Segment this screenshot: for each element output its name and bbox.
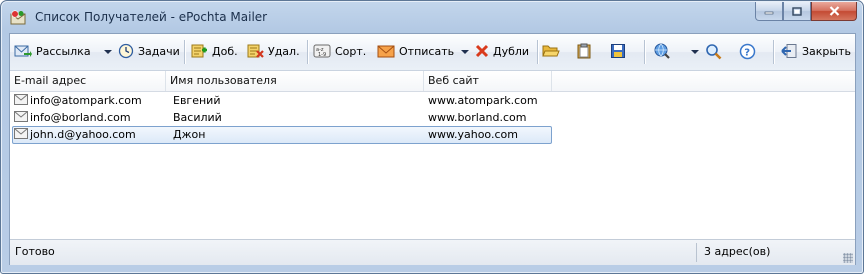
open-folder-icon (542, 45, 560, 57)
column-header-username[interactable]: Имя пользователя (166, 71, 424, 91)
close-label: Закрыть (802, 44, 851, 58)
save-button[interactable] (610, 40, 626, 62)
minimize-button[interactable] (755, 2, 783, 21)
duplicates-button[interactable]: Дубли (475, 40, 529, 62)
open-button[interactable] (542, 40, 560, 62)
client-area: Рассылка Задачи Доб. Удал. a-z 1-9 Сорт.… (9, 33, 856, 265)
duplicates-x-icon (475, 44, 489, 58)
tasks-label: Задачи (138, 44, 180, 58)
search-web-button[interactable] (653, 40, 671, 62)
column-header-email[interactable]: E-mail адрес (10, 71, 166, 91)
delete-icon (247, 44, 264, 58)
toolbar: Рассылка Задачи Доб. Удал. a-z 1-9 Сорт.… (10, 34, 855, 71)
cell-email: info@atompark.com (30, 94, 142, 107)
sort-icon: a-z 1-9 (313, 44, 331, 58)
window-controls (755, 2, 857, 22)
close-window-button[interactable] (811, 2, 857, 21)
clock-icon (118, 43, 134, 59)
svg-text:?: ? (744, 47, 750, 58)
status-bar: Готово 3 адрес(ов) (10, 239, 855, 265)
cell-website: www.atompark.com (428, 94, 538, 107)
toolbar-separator (773, 40, 774, 64)
envelope-icon (14, 94, 28, 105)
help-button[interactable]: ? (739, 40, 756, 62)
resize-grip[interactable] (843, 253, 853, 263)
close-icon (829, 6, 839, 16)
close-list-button[interactable]: Закрыть (781, 40, 851, 62)
maximize-button[interactable] (783, 2, 811, 21)
envelope-icon (14, 128, 28, 139)
sort-label: Сорт. (335, 44, 367, 58)
column-header-website[interactable]: Веб сайт (424, 71, 552, 91)
unsubscribe-envelope-icon (377, 45, 395, 58)
status-text: Готово (15, 245, 55, 258)
search-globe-icon (654, 43, 670, 59)
clipboard-icon (577, 43, 591, 59)
cell-name: Василий (173, 111, 222, 124)
cell-website: www.borland.com (428, 111, 527, 124)
add-label: Доб. (212, 44, 238, 58)
magnifier-icon (706, 43, 722, 59)
help-icon: ? (739, 43, 756, 59)
duplicates-label: Дубли (493, 44, 530, 58)
maximize-icon (792, 6, 802, 16)
tasks-button[interactable]: Задачи (118, 40, 180, 62)
mailing-dropdown-arrow[interactable] (104, 50, 112, 54)
svg-text:1-9: 1-9 (318, 52, 326, 58)
cell-email: info@borland.com (30, 111, 131, 124)
unsubscribe-button[interactable]: Отписать (377, 40, 454, 62)
exit-icon (781, 44, 797, 58)
mailing-icon (14, 45, 32, 57)
paste-button[interactable] (576, 40, 592, 62)
add-button[interactable]: Доб. (191, 40, 238, 62)
toolbar-separator (307, 40, 308, 64)
search-dropdown-arrow[interactable] (691, 50, 699, 54)
table-row-selected[interactable]: john.d@yahoo.com Джон www.yahoo.com (10, 126, 855, 144)
sort-button[interactable]: a-z 1-9 Сорт. (313, 40, 366, 62)
cell-name: Джон (173, 128, 206, 141)
window: Список Получателей - ePochta Mailer Расс… (0, 0, 864, 274)
unsubscribe-dropdown-arrow[interactable] (461, 50, 469, 54)
find-button[interactable] (705, 40, 722, 62)
window-title: Список Получателей - ePochta Mailer (35, 10, 268, 24)
minimize-icon (764, 11, 774, 15)
cell-name: Евгений (173, 94, 221, 107)
delete-label: Удал. (268, 44, 300, 58)
status-separator (696, 243, 697, 262)
table-row[interactable]: info@atompark.com Евгений www.atompark.c… (10, 92, 855, 109)
table-header: E-mail адрес Имя пользователя Веб сайт (10, 71, 855, 92)
envelope-icon (14, 111, 28, 122)
unsubscribe-label: Отписать (399, 44, 455, 58)
toolbar-separator (537, 40, 538, 64)
app-icon (10, 10, 26, 26)
table-row[interactable]: info@borland.com Василий www.borland.com (10, 109, 855, 126)
mailing-label: Рассылка (36, 44, 91, 58)
toolbar-separator (644, 40, 645, 64)
add-icon (191, 44, 207, 58)
recipient-count: 3 адрес(ов) (704, 245, 771, 258)
title-bar[interactable]: Список Получателей - ePochta Mailer (1, 1, 863, 33)
cell-website: www.yahoo.com (428, 128, 518, 141)
mailing-button[interactable]: Рассылка (14, 40, 91, 62)
cell-email: john.d@yahoo.com (30, 128, 136, 141)
toolbar-separator (184, 40, 185, 64)
save-disk-icon (611, 44, 625, 58)
delete-button[interactable]: Удал. (247, 40, 300, 62)
